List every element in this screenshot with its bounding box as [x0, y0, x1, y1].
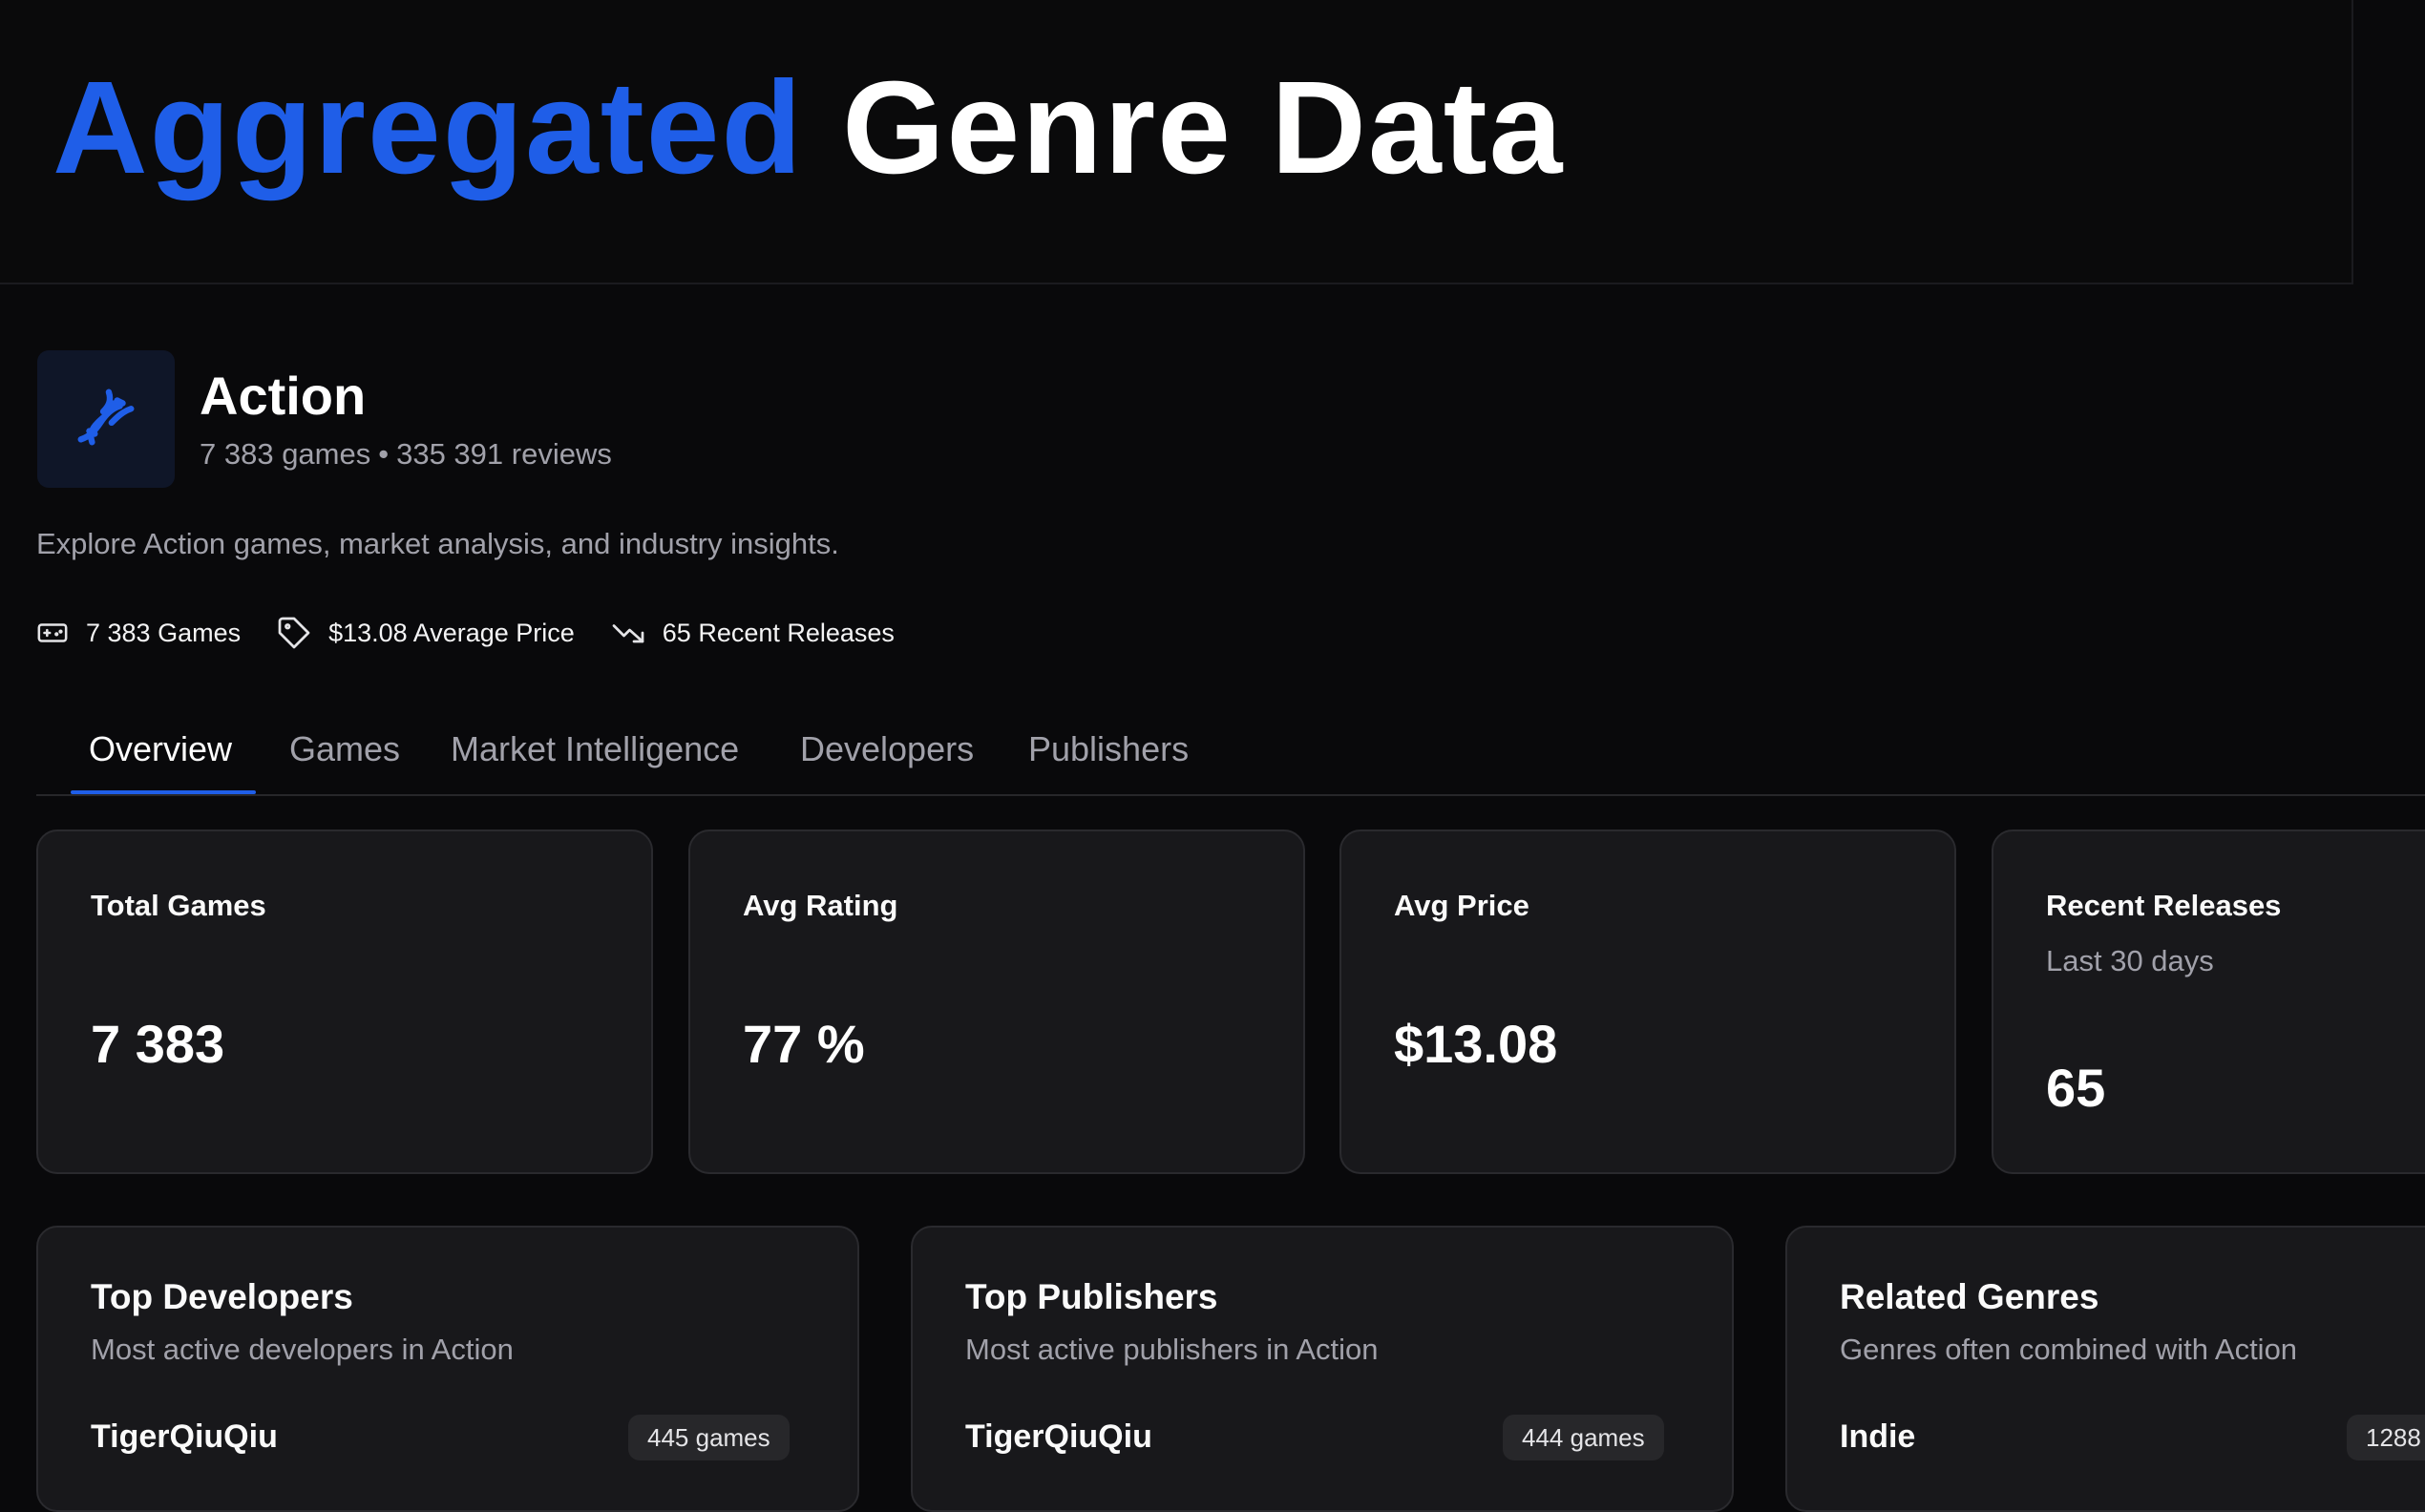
metric-value: $13.08 — [1394, 1014, 1558, 1074]
list-item-name[interactable]: Indie — [1840, 1418, 1915, 1456]
stat-recent-releases-label: 65 Recent Releases — [662, 618, 895, 647]
separator-dot: • — [378, 436, 390, 471]
gamepad-icon — [36, 617, 69, 649]
tab-developers[interactable]: Developers — [800, 729, 974, 769]
tab-games[interactable]: Games — [289, 729, 400, 769]
list-item-name[interactable]: TigerQiuQiu — [91, 1418, 278, 1456]
metric-label: Avg Price — [1394, 889, 1529, 922]
genre-logo — [37, 350, 175, 488]
card-title: Top Publishers — [965, 1277, 1218, 1316]
stat-games: 7 383 Games — [36, 617, 241, 649]
active-tab-indicator — [71, 790, 256, 794]
card-title: Related Genres — [1840, 1277, 2099, 1316]
stats-row: 7 383 Games $13.08 Average Price 65 Rece… — [36, 616, 895, 650]
stat-average-price: $13.08 Average Price — [277, 616, 575, 650]
metric-value: 7 383 — [91, 1014, 225, 1074]
genre-reviews-count: 335 391 reviews — [396, 436, 612, 471]
genre-description: Explore Action games, market analysis, a… — [36, 527, 839, 560]
list-item-name[interactable]: TigerQiuQiu — [965, 1418, 1152, 1456]
games-count-badge: 444 games — [1503, 1415, 1664, 1460]
metric-label: Total Games — [91, 889, 266, 922]
hero-banner: Aggregated Genre Data — [0, 0, 2353, 284]
metric-card-recent-releases: Recent Releases Last 30 days 65 — [1992, 830, 2425, 1174]
tab-publishers[interactable]: Publishers — [1028, 729, 1189, 769]
page-title-rest: Genre Data — [842, 54, 1565, 201]
games-count-badge: 1288 — [2347, 1415, 2425, 1460]
metric-label: Recent Releases — [2046, 889, 2282, 922]
stat-recent-releases: 65 Recent Releases — [611, 616, 895, 650]
page-title: Aggregated Genre Data — [53, 59, 1564, 198]
top-publishers-card: Top Publishers Most active publishers in… — [911, 1226, 1734, 1512]
related-genres-card: Related Genres Genres often combined wit… — [1785, 1226, 2425, 1512]
metric-sublabel: Last 30 days — [2046, 944, 2214, 977]
card-description: Genres often combined with Action — [1840, 1333, 2298, 1366]
metric-value: 77 % — [743, 1014, 865, 1074]
stat-average-price-label: $13.08 Average Price — [328, 618, 575, 647]
tab-market-intelligence[interactable]: Market Intelligence — [451, 729, 739, 769]
card-description: Most active publishers in Action — [965, 1333, 1379, 1366]
tab-bar: Overview Games Market Intelligence Devel… — [36, 706, 2425, 796]
metric-card-avg-rating: Avg Rating 77 % — [688, 830, 1305, 1174]
metric-label: Avg Rating — [743, 889, 898, 922]
stat-games-label: 7 383 Games — [86, 618, 242, 647]
card-description: Most active developers in Action — [91, 1333, 514, 1366]
metric-value: 65 — [2046, 1058, 2106, 1118]
genre-name: Action — [200, 366, 367, 427]
genre-header: Action 7 383 games • 335 391 reviews — [37, 350, 612, 488]
genre-games-count: 7 383 games — [200, 436, 371, 471]
tag-icon — [277, 616, 311, 650]
metric-card-total-games: Total Games 7 383 — [36, 830, 653, 1174]
page-title-accent: Aggregated — [53, 54, 804, 201]
metric-card-avg-price: Avg Price $13.08 — [1339, 830, 1956, 1174]
games-count-badge: 445 games — [628, 1415, 790, 1460]
card-title: Top Developers — [91, 1277, 353, 1316]
genre-summary: 7 383 games • 335 391 reviews — [200, 437, 612, 472]
trending-down-icon — [611, 616, 645, 650]
top-developers-card: Top Developers Most active developers in… — [36, 1226, 859, 1512]
tab-overview[interactable]: Overview — [89, 729, 232, 769]
dna-icon — [73, 384, 139, 455]
